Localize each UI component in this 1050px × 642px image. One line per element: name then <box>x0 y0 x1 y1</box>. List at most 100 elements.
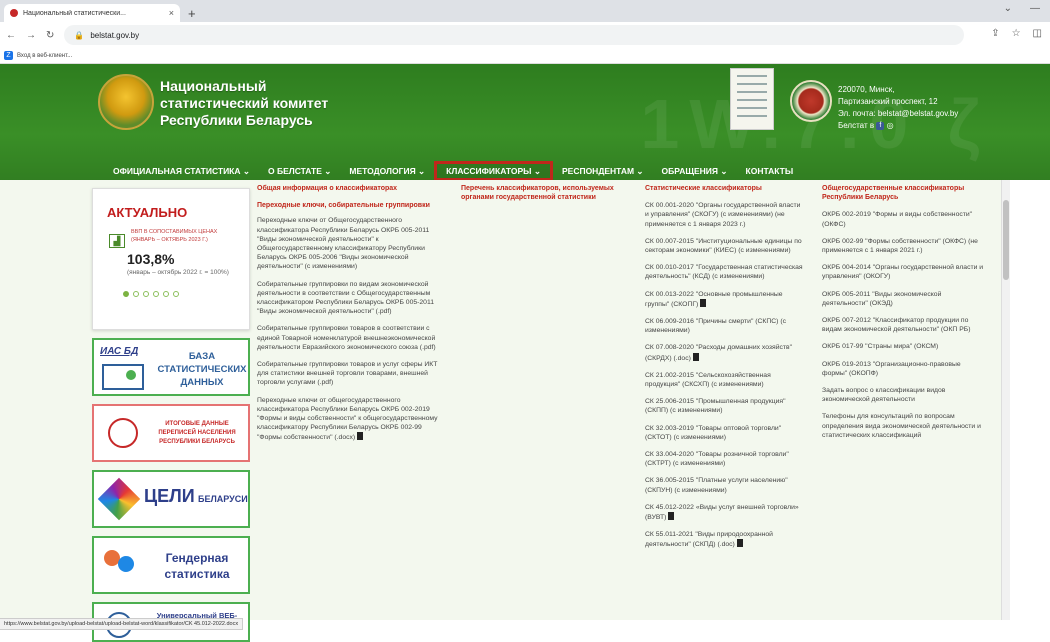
col3-header[interactable]: Статистические классификаторы <box>645 184 805 193</box>
new-tab-button[interactable]: + <box>188 6 196 21</box>
browser-tabbar: Национальный статистически... × + ⌄ — <box>0 0 1050 22</box>
kpi-caption[interactable]: ВВП В СОПОСТАВИМЫХ ЦЕНАХ (ЯНВАРЬ – ОКТЯБ… <box>131 228 231 248</box>
list-item[interactable]: СК 36.005-2015 "Платные услуги населению… <box>645 476 805 494</box>
bookmark-item[interactable]: Вход в веб-клиент... <box>17 53 72 59</box>
banner-gender-statistics[interactable]: Гендерная статистика <box>92 536 250 594</box>
list-item[interactable]: ОКРБ 005-2011 "Виды экономической деятел… <box>822 290 987 308</box>
banner-census-text: ИТОГОВЫЕ ДАННЫЕ ПЕРЕПИСЕЙ НАСЕЛЕНИЯ РЕСП… <box>158 421 236 445</box>
list-item[interactable]: ОКРБ 017-99 "Страны мира" (ОКСМ) <box>822 342 987 351</box>
actual-title: АКТУАЛЬНО <box>107 205 188 220</box>
banner-census[interactable]: ИТОГОВЫЕ ДАННЫЕ ПЕРЕПИСЕЙ НАСЕЛЕНИЯ РЕСП… <box>92 404 250 462</box>
scrollbar-thumb[interactable] <box>1003 200 1009 280</box>
list-item[interactable]: ОКРБ 004-2014 "Органы государственной вл… <box>822 263 987 281</box>
document-icon <box>692 352 699 361</box>
banner-sdg-text: ЦЕЛИ <box>144 486 195 506</box>
carousel-dot[interactable] <box>173 291 179 297</box>
share-icon[interactable]: ⇪ <box>991 28 999 39</box>
carousel-dot[interactable] <box>123 291 129 297</box>
list-item[interactable]: СК 55.011-2021 "Виды природоохранной дея… <box>645 531 773 548</box>
carousel-dot[interactable] <box>143 291 149 297</box>
list-item[interactable]: ОКРБ 007-2012 "Классификатор продукции п… <box>822 316 987 334</box>
list-item[interactable]: СК 07.008-2020 "Расходы домашних хозяйст… <box>645 344 792 361</box>
col1-header[interactable]: Общая информация о классификаторах <box>257 184 447 193</box>
carousel-dot[interactable] <box>163 291 169 297</box>
page-content: АКТУАЛЬНО ▟ ВВП В СОПОСТАВИМЫХ ЦЕНАХ (ЯН… <box>0 180 1050 642</box>
certificate-image <box>730 68 774 130</box>
list-item[interactable]: СК 00.010-2017 "Государственная статисти… <box>645 263 805 281</box>
list-item[interactable]: Задать вопрос о классификации видов экон… <box>822 386 987 404</box>
address-line1: 220070, Минск, <box>838 85 895 94</box>
instagram-icon[interactable]: ◎ <box>887 121 894 130</box>
list-item[interactable]: Собирательные группировки товаров в соот… <box>257 324 447 352</box>
sidebar-icon[interactable]: ◫ <box>1033 28 1042 39</box>
address-bar: ← → ↻ 🔒 belstat.gov.by ⇪ ☆ ◫ <box>0 22 1050 48</box>
list-item[interactable]: СК 25.006-2015 "Промышленная продукция" … <box>645 397 805 415</box>
actual-widget: АКТУАЛЬНО ▟ ВВП В СОПОСТАВИМЫХ ЦЕНАХ (ЯН… <box>92 188 250 330</box>
banner-sdg-sub: БЕЛАРУСИ <box>198 494 248 504</box>
col4-header[interactable]: Общегосударственные классификаторы Респу… <box>822 184 987 202</box>
back-icon[interactable]: ← <box>6 30 16 41</box>
nav-classifiers[interactable]: КЛАССИФИКАТОРЫ ⌄ <box>434 161 553 181</box>
list-item[interactable]: Собирательные группировки товаров и услу… <box>257 360 447 388</box>
tab-search-icon[interactable]: ⌄ <box>1004 3 1012 14</box>
document-icon <box>736 539 743 548</box>
list-item[interactable]: Собирательные группировки по видам эконо… <box>257 280 447 317</box>
facebook-icon[interactable]: f <box>876 121 885 130</box>
belarus-emblem-icon[interactable] <box>98 74 154 130</box>
tab-title: Национальный статистически... <box>23 9 126 17</box>
list-item[interactable]: ОКРБ 002-99 "Формы собственности" (ОКФС)… <box>822 237 987 255</box>
list-item[interactable]: Телефоны для консультаций по вопросам оп… <box>822 412 987 440</box>
forward-icon[interactable]: → <box>26 30 36 41</box>
nav-appeals[interactable]: ОБРАЩЕНИЯ ⌄ <box>653 161 737 181</box>
carousel-dots <box>123 291 241 297</box>
list-item[interactable]: Переходные ключи от Общегосударственного… <box>257 216 447 271</box>
bookmarks-bar: Z Вход в веб-клиент... <box>0 48 1050 64</box>
site-title[interactable]: Национальный статистический комитет Респ… <box>160 78 360 129</box>
family-icon <box>108 418 138 448</box>
left-sidebar: АКТУАЛЬНО ▟ ВВП В СОПОСТАВИМЫХ ЦЕНАХ (ЯН… <box>92 188 250 642</box>
list-item[interactable]: Переходные ключи от общегосударственного… <box>257 397 438 442</box>
carousel-dot[interactable] <box>153 291 159 297</box>
banner-database-tag: ИАС БД <box>100 346 139 357</box>
column-general-info: Общая информация о классификаторах Перех… <box>257 184 447 451</box>
document-icon <box>357 432 364 441</box>
list-item[interactable]: СК 00.001-2020 "Органы государственной в… <box>645 201 805 229</box>
list-item[interactable]: СК 06.009-2016 "Причины смерти" (СКПС) (… <box>645 317 805 335</box>
banner-database-text: БАЗА СТАТИСТИЧЕСКИХ ДАННЫХ <box>157 351 247 388</box>
banner-database[interactable]: ИАС БД БАЗА СТАТИСТИЧЕСКИХ ДАННЫХ <box>92 338 250 396</box>
nav-respondents[interactable]: РЕСПОНДЕНТАМ ⌄ <box>553 161 653 181</box>
carousel-dot[interactable] <box>133 291 139 297</box>
url-field[interactable]: 🔒 belstat.gov.by <box>64 25 965 45</box>
minimize-icon[interactable]: — <box>1030 3 1040 14</box>
column-national-classifiers: Общегосударственные классификаторы Респу… <box>822 184 987 448</box>
laptop-chart-icon <box>102 364 144 390</box>
nav-about[interactable]: О БЕЛСТАТЕ ⌄ <box>259 161 340 181</box>
col2-header[interactable]: Перечень классификаторов, используемых о… <box>461 184 631 202</box>
site-favicon-icon <box>10 9 18 17</box>
anniversary-seal-icon <box>790 80 832 122</box>
page-margin <box>1010 180 1050 630</box>
nav-contacts[interactable]: КОНТАКТЫ <box>737 161 803 181</box>
dropdown-scrollbar[interactable] <box>1001 180 1010 620</box>
list-item[interactable]: СК 00.013-2022 "Основные промышленные гр… <box>645 291 783 308</box>
list-item[interactable]: СК 21.002-2015 "Сельскохозяйственная про… <box>645 371 805 389</box>
nav-methodology[interactable]: МЕТОДОЛОГИЯ ⌄ <box>340 161 434 181</box>
banner-sdg-goals[interactable]: ЦЕЛИ БЕЛАРУСИ <box>92 470 250 528</box>
banner-gender-text: Гендерная статистика <box>164 551 230 581</box>
nav-official-statistics[interactable]: ОФИЦИАЛЬНАЯ СТАТИСТИКА ⌄ <box>104 161 259 181</box>
chart-icon: ▟ <box>109 234 125 248</box>
tab-close-icon[interactable]: × <box>169 8 174 18</box>
list-item[interactable]: ОКРБ 019-2013 "Организационно-правовые ф… <box>822 360 987 378</box>
list-item[interactable]: ОКРБ 002-2019 "Формы и виды собственност… <box>822 210 987 228</box>
site-header: 1W.7.0 ζ Национальный статистический ком… <box>0 64 1050 192</box>
social-label: Белстат в <box>838 121 875 130</box>
email-link[interactable]: Эл. почта: belstat@belstat.gov.by <box>838 108 958 120</box>
bookmark-star-icon[interactable]: ☆ <box>1012 28 1021 39</box>
browser-tab[interactable]: Национальный статистически... × <box>4 4 180 22</box>
kpi-note: (январь – октябрь 2022 г. = 100%) <box>127 269 229 276</box>
reload-icon[interactable]: ↻ <box>46 30 54 41</box>
list-item[interactable]: СК 33.004-2020 "Товары розничной торговл… <box>645 450 805 468</box>
list-item[interactable]: СК 32.003-2019 "Товары оптовой торговли"… <box>645 424 805 442</box>
list-item[interactable]: СК 00.007-2015 "Институциональные единиц… <box>645 237 805 255</box>
lock-icon: 🔒 <box>74 30 85 40</box>
